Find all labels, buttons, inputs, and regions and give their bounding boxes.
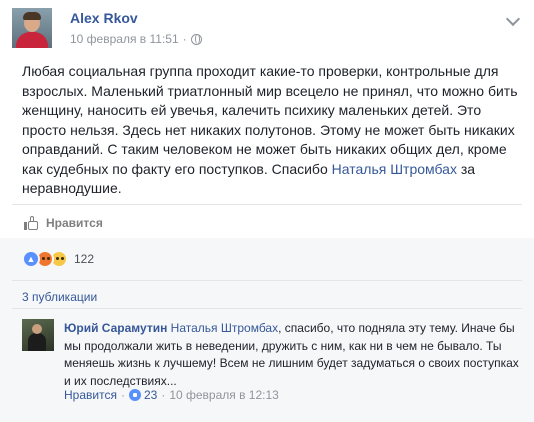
commenter-avatar[interactable] [22, 319, 54, 351]
like-reaction-icon: ▲ [22, 250, 40, 268]
comment-body: Юрий Сарамутин Наталья Штромбах, спасибо… [64, 320, 520, 390]
comment-mention-link[interactable]: Наталья Штромбах [171, 321, 278, 335]
comment-separator: · [161, 388, 166, 402]
reactions-summary[interactable]: ▲ 122 [22, 250, 94, 268]
comment-actions: Нравится · 23 · 10 февраля в 12:13 [64, 388, 279, 402]
reactions-count[interactable]: 122 [74, 252, 94, 266]
like-button-label: Нравится [46, 216, 103, 230]
like-button[interactable]: Нравится [24, 216, 103, 230]
shares-link[interactable]: 3 публикации [22, 290, 97, 304]
post-card: Alex Rkov 10 февраля в 11:51 · Любая соц… [0, 0, 534, 422]
comment-likes-count[interactable]: 23 [144, 388, 157, 402]
chevron-down-icon[interactable] [505, 11, 521, 27]
post-body: Любая социальная группа проходит какие-т… [22, 62, 522, 199]
globe-icon[interactable] [190, 33, 202, 45]
post-mention-link[interactable]: Наталья Штромбах [332, 161, 457, 177]
post-date[interactable]: 10 февраля в 11:51 [70, 32, 179, 46]
like-reaction-icon [128, 389, 141, 401]
thumbs-up-icon [24, 216, 38, 230]
author-avatar[interactable] [12, 8, 52, 48]
comment-like-button[interactable]: Нравится [64, 388, 117, 402]
divider [12, 280, 522, 281]
comment-date[interactable]: 10 февраля в 12:13 [169, 388, 279, 402]
divider [12, 308, 522, 309]
post-meta: 10 февраля в 11:51 · [70, 32, 202, 46]
author-name[interactable]: Alex Rkov [70, 10, 138, 26]
commenter-name[interactable]: Юрий Сарамутин [64, 321, 167, 335]
meta-separator: · [182, 32, 187, 46]
comment-separator: · [120, 388, 125, 402]
divider [12, 204, 522, 205]
post-text-main: Любая социальная группа проходит какие-т… [22, 63, 518, 177]
